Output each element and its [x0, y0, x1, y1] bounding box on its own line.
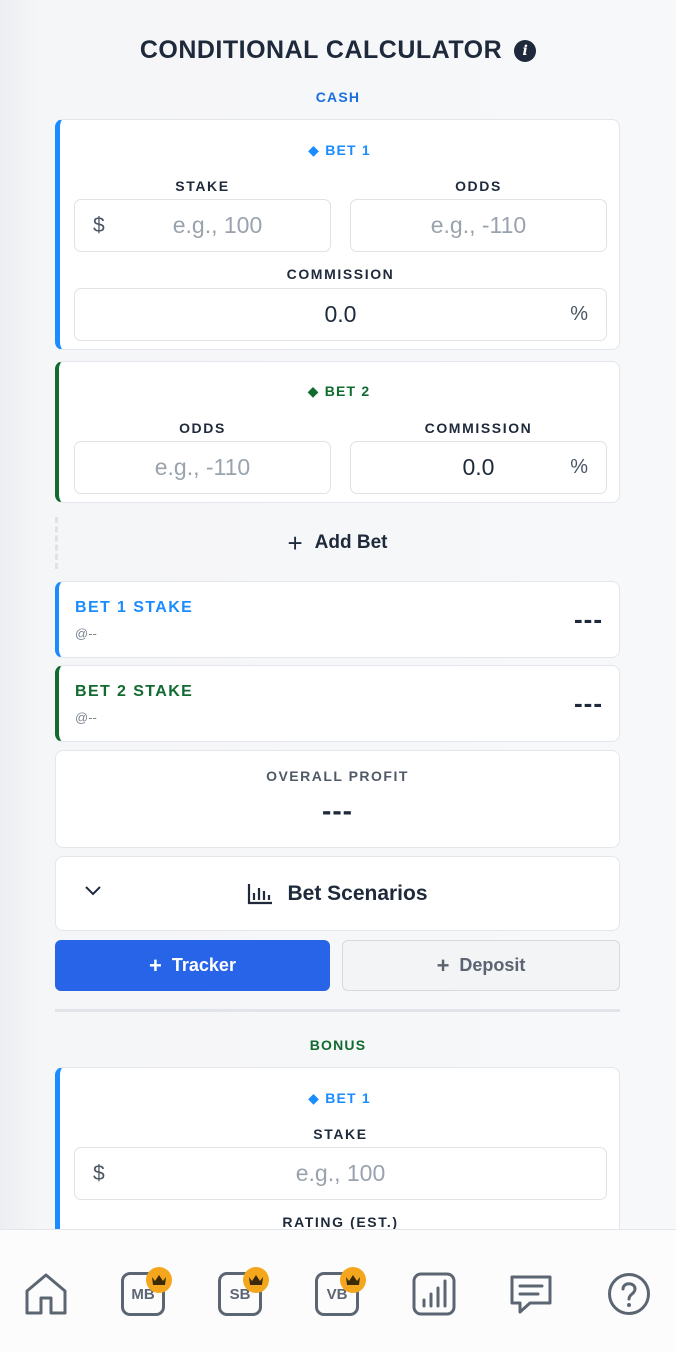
help-icon: [608, 1273, 650, 1315]
profit-value: ---: [322, 795, 353, 826]
profit-label: OVERALL PROFIT: [266, 768, 409, 784]
odds-input[interactable]: e.g., -110: [350, 199, 607, 252]
diamond-icon: ◆: [307, 383, 320, 399]
page-title: CONDITIONAL CALCULATOR: [139, 36, 503, 64]
stake-label: STAKE: [175, 178, 230, 194]
nav-stats[interactable]: [410, 1270, 458, 1318]
commission-input[interactable]: 0.0 %: [74, 288, 607, 341]
calculator-page: CONDITIONAL CALCULATOR i CASH ◆ BET 1 ST…: [0, 0, 676, 1230]
diamond-icon: ◆: [308, 1090, 321, 1106]
cash-bet1-card: ◆ BET 1 STAKE ODDS $ e.g., 100 e.g., -11…: [55, 119, 620, 350]
cash-bet1-title: ◆ BET 1: [308, 142, 371, 158]
commission-value: 0.0: [462, 454, 495, 480]
nav-vb[interactable]: VB: [313, 1267, 366, 1318]
add-bet-label: Add Bet: [314, 532, 388, 553]
home-icon: [25, 1273, 67, 1315]
plus-icon: +: [149, 952, 162, 978]
cash-section-label: CASH: [315, 89, 361, 105]
bet1-stake-odds: @--: [75, 626, 97, 641]
odds-input[interactable]: e.g., -110: [74, 441, 331, 494]
crown-icon: [340, 1267, 366, 1293]
plus-icon: +: [287, 527, 303, 558]
stake-label: STAKE: [313, 1126, 368, 1142]
dollar-prefix: $: [93, 213, 105, 237]
bet-scenarios-header: Bet Scenarios: [56, 857, 619, 930]
commission-input[interactable]: 0.0 %: [350, 441, 607, 494]
stake-placeholder: e.g., 100: [295, 1160, 386, 1186]
bonus-stake-input[interactable]: $ e.g., 100: [74, 1147, 607, 1200]
deposit-label: Deposit: [459, 955, 526, 975]
bet2-stake-title: BET 2 STAKE: [75, 683, 194, 700]
plus-icon: +: [436, 952, 450, 978]
vb-icon: VB: [315, 1267, 366, 1316]
commission-label: COMMISSION: [424, 420, 533, 436]
bar-chart-icon: [248, 883, 273, 904]
nav-home[interactable]: [22, 1270, 70, 1318]
bet-scenarios-label: Bet Scenarios: [287, 881, 428, 905]
bonus-bet1-title: ◆ BET 1: [308, 1090, 371, 1106]
bonus-section-label: BONUS: [309, 1037, 367, 1053]
bottom-nav: MB SB VB: [0, 1229, 676, 1352]
stake-input[interactable]: $ e.g., 100: [74, 199, 331, 252]
nav-help[interactable]: [605, 1270, 653, 1318]
bet2-stake-value: ---: [574, 688, 603, 718]
bet1-stake-result: BET 1 STAKE @-- ---: [55, 581, 620, 658]
percent-suffix: %: [570, 456, 588, 478]
odds-placeholder: e.g., -110: [430, 212, 527, 238]
nav-chat[interactable]: [507, 1270, 555, 1318]
diamond-icon: ◆: [308, 142, 321, 158]
bet-scenarios-toggle[interactable]: Bet Scenarios: [55, 856, 620, 931]
chat-icon: [510, 1275, 552, 1314]
overall-profit-card: OVERALL PROFIT ---: [55, 750, 620, 848]
info-icon[interactable]: i: [514, 39, 537, 62]
cash-bet2-card: ◆ BET 2 ODDS COMMISSION e.g., -110 0.0 %: [55, 361, 620, 503]
odds-label: ODDS: [455, 178, 502, 194]
mb-icon: MB: [121, 1267, 172, 1316]
bet1-stake-title: BET 1 STAKE: [75, 599, 194, 616]
commission-label: COMMISSION: [286, 266, 395, 282]
add-deposit-button[interactable]: + Deposit: [342, 940, 620, 991]
tracker-label: Tracker: [171, 955, 236, 975]
bonus-bet1-card: ◆ BET 1 STAKE $ e.g., 100 RATING (EST.): [55, 1067, 620, 1230]
nav-mb[interactable]: MB: [119, 1267, 172, 1318]
percent-suffix: %: [570, 303, 588, 325]
nav-sb[interactable]: SB: [216, 1267, 269, 1318]
odds-placeholder: e.g., -110: [154, 454, 251, 480]
header: CONDITIONAL CALCULATOR i: [0, 36, 676, 65]
add-bet-button[interactable]: + Add Bet: [55, 517, 620, 569]
sb-icon: SB: [218, 1267, 269, 1316]
section-divider: [55, 1009, 620, 1012]
bet2-stake-result: BET 2 STAKE @-- ---: [55, 665, 620, 742]
stats-icon: [412, 1272, 456, 1316]
stake-placeholder: e.g., 100: [172, 212, 263, 238]
crown-icon: [243, 1267, 269, 1293]
chevron-down-icon: [85, 886, 101, 896]
rating-label: RATING (EST.): [282, 1214, 399, 1230]
bet2-stake-odds: @--: [75, 710, 97, 725]
cash-bet2-title: ◆ BET 2: [307, 383, 371, 399]
dollar-prefix: $: [93, 1161, 105, 1185]
commission-value: 0.0: [324, 301, 357, 327]
crown-icon: [146, 1267, 172, 1293]
odds-label: ODDS: [179, 420, 226, 436]
bet1-stake-value: ---: [574, 604, 603, 634]
add-tracker-button[interactable]: + Tracker: [55, 940, 330, 991]
